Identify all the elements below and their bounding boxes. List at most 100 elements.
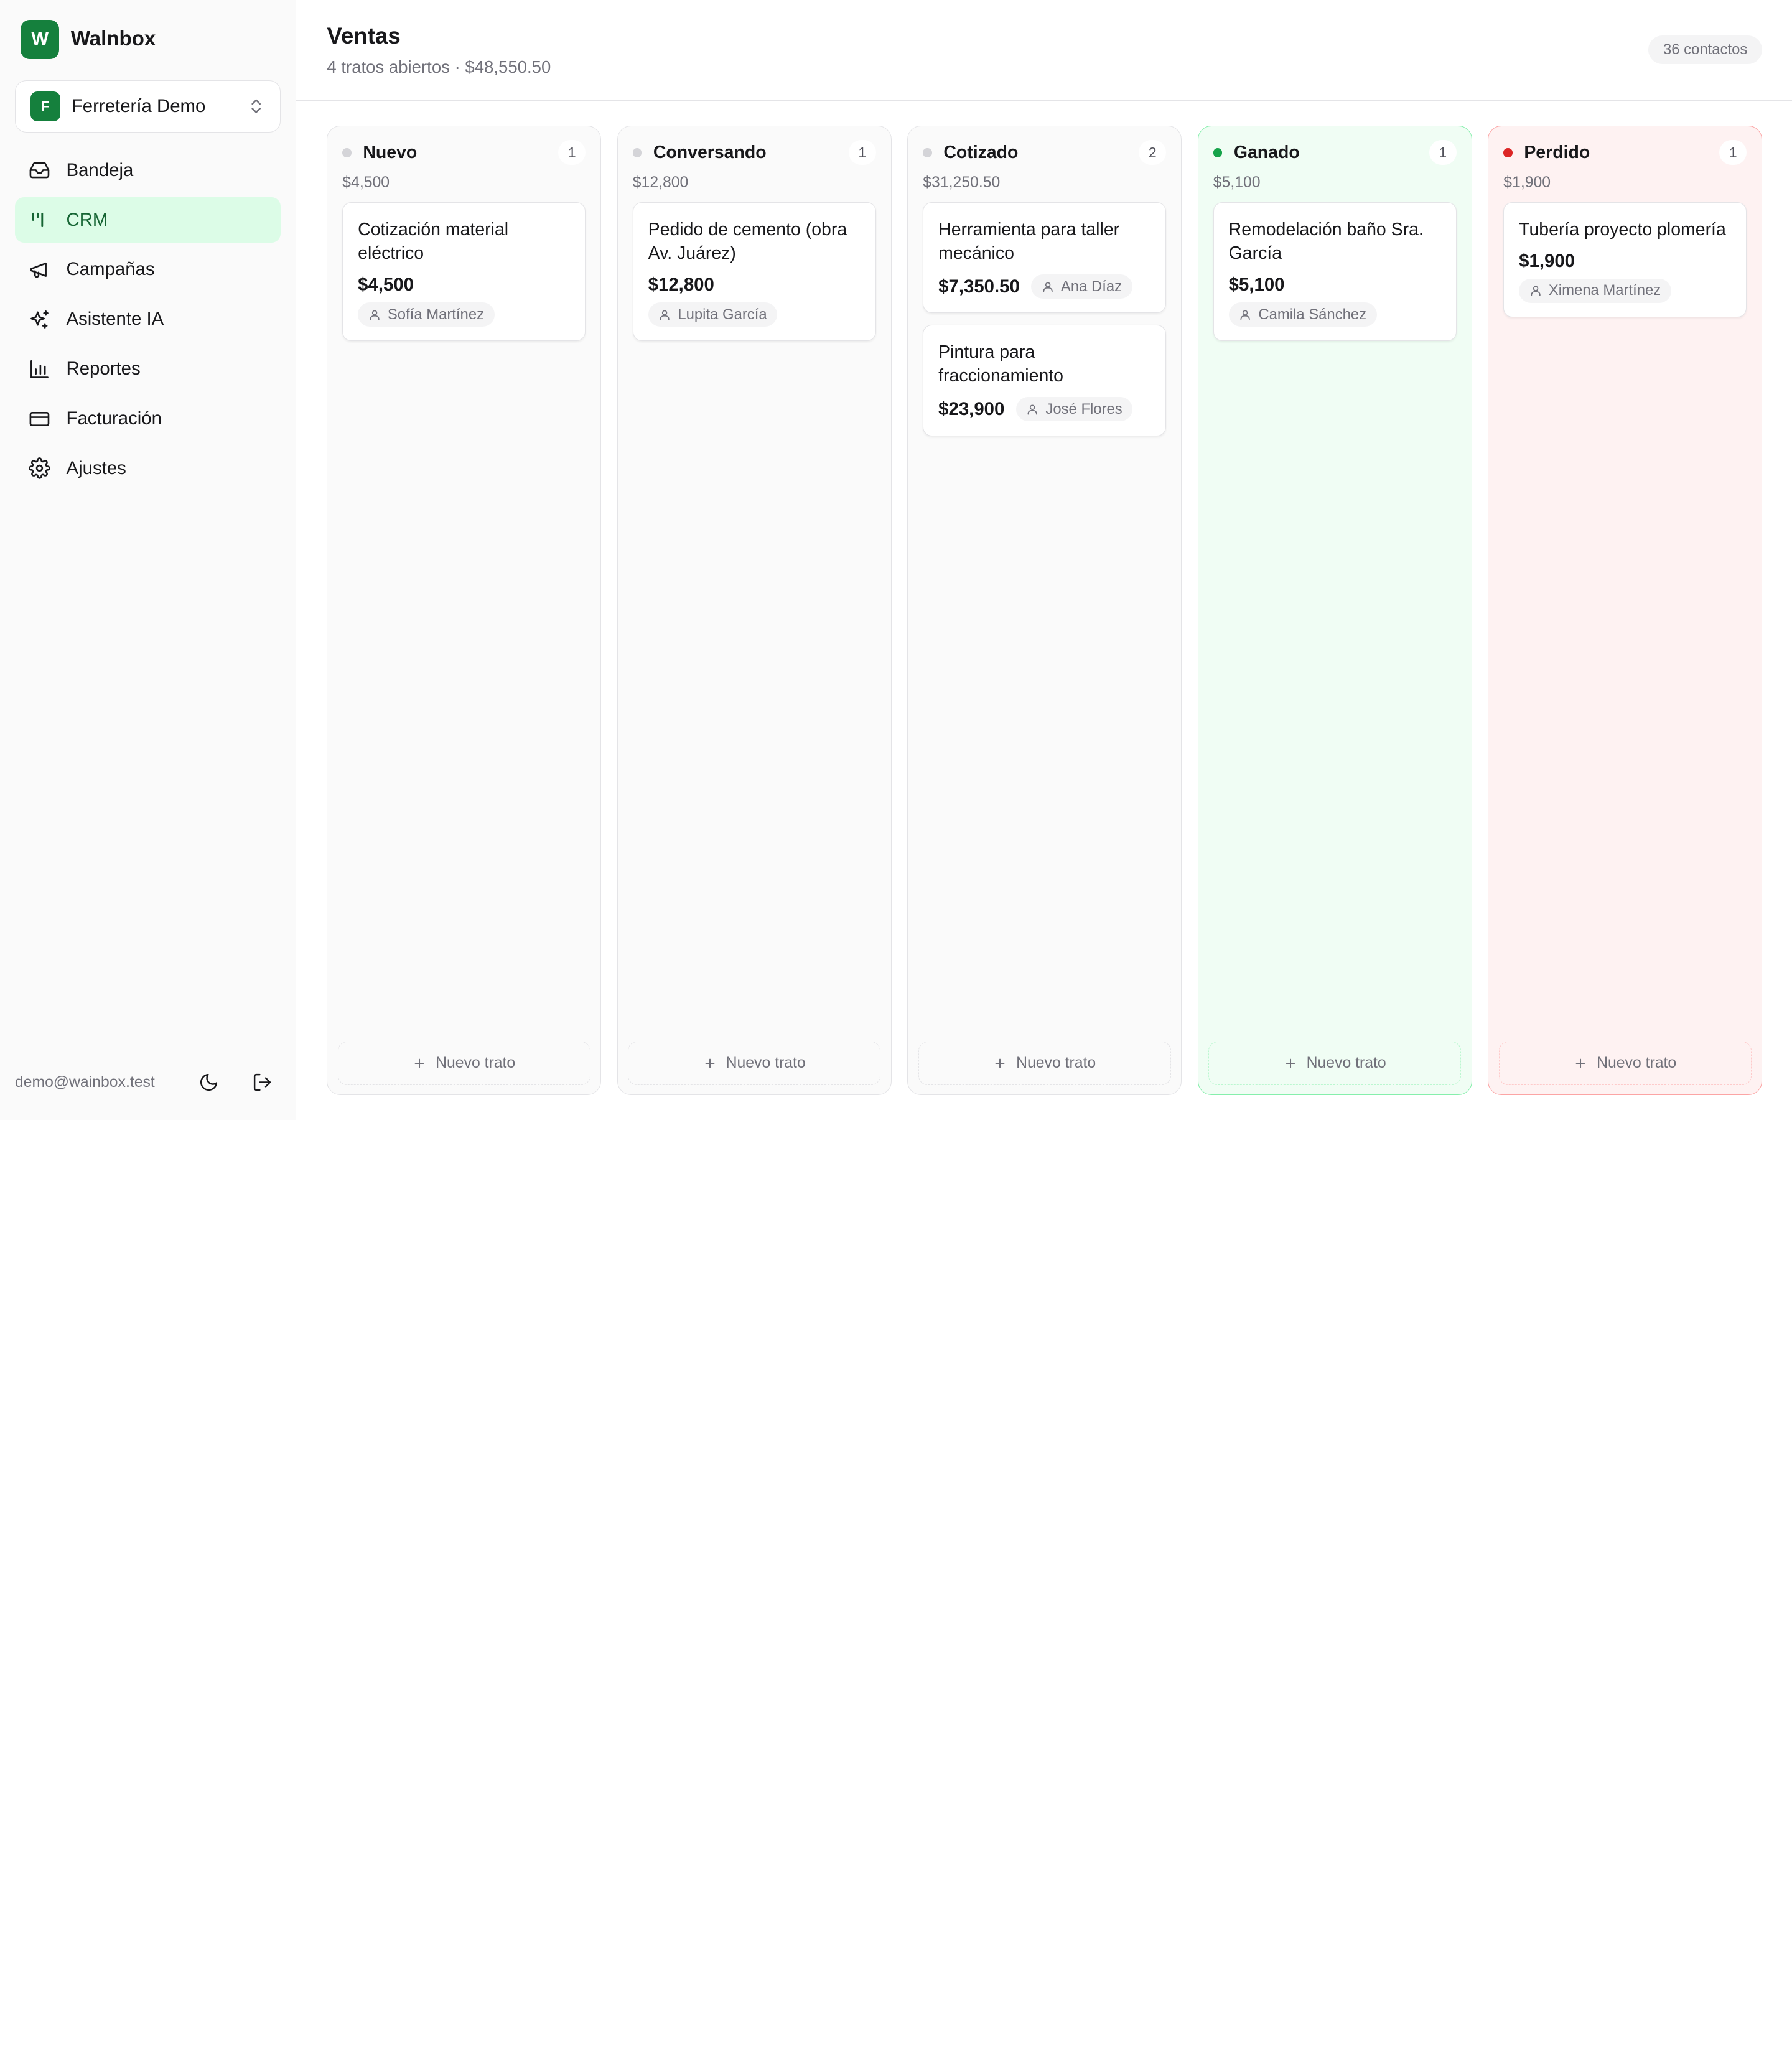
page-header: Ventas 4 tratos abiertos · $48,550.50 36… bbox=[296, 0, 1792, 101]
card-list: Cotización material eléctrico $4,500 Sof… bbox=[342, 202, 586, 342]
deal-contact: Lupita García bbox=[648, 302, 778, 327]
column-count-badge: 1 bbox=[558, 140, 586, 166]
stage-dot bbox=[1503, 147, 1513, 157]
deal-contact-name: Ana Díaz bbox=[1060, 278, 1122, 295]
deal-title: Remodelación baño Sra. García bbox=[1228, 219, 1424, 264]
new-deal-button[interactable]: Nuevo trato bbox=[1208, 1042, 1462, 1085]
moon-icon bbox=[200, 1074, 217, 1091]
deal-amount: $23,900 bbox=[938, 398, 1005, 419]
deal-contact: Sofía Martínez bbox=[358, 302, 495, 327]
column-title: Cotizado bbox=[943, 142, 1019, 162]
deal-title: Tubería proyecto plomería bbox=[1519, 219, 1726, 240]
new-deal-label: Nuevo trato bbox=[726, 1054, 806, 1071]
sidebar-item-reportes[interactable]: Reportes bbox=[15, 346, 281, 391]
deal-card[interactable]: Tubería proyecto plomería $1,900 Ximena … bbox=[1503, 202, 1747, 317]
org-badge: F bbox=[30, 91, 60, 121]
card-list: Tubería proyecto plomería $1,900 Ximena … bbox=[1503, 202, 1747, 317]
user-icon bbox=[370, 310, 380, 320]
new-deal-button[interactable]: Nuevo trato bbox=[918, 1042, 1171, 1085]
sidebar-item-label: Reportes bbox=[66, 358, 141, 380]
page-subtitle: 4 tratos abiertos · $48,550.50 bbox=[327, 57, 551, 77]
contacts-count-badge: 36 contactos bbox=[1648, 35, 1763, 65]
deal-amount: $12,800 bbox=[648, 274, 714, 296]
sidebar: W Walnbox F Ferretería Demo Bandeja CRM … bbox=[0, 0, 296, 1120]
logout-button[interactable] bbox=[244, 1064, 281, 1101]
sidebar-nav: Bandeja CRM Campañas Asistente IA Report… bbox=[0, 147, 296, 493]
new-deal-button[interactable]: Nuevo trato bbox=[337, 1042, 590, 1085]
stage-dot bbox=[632, 147, 642, 157]
sidebar-item-asistente[interactable]: Asistente IA bbox=[15, 297, 281, 342]
main-content: Ventas 4 tratos abiertos · $48,550.50 36… bbox=[296, 0, 1792, 1120]
deal-card[interactable]: Herramienta para taller mecánico $7,350.… bbox=[923, 202, 1167, 314]
brand-logo: W bbox=[21, 20, 60, 59]
column-count-badge: 1 bbox=[1719, 140, 1747, 166]
deal-amount: $1,900 bbox=[1519, 250, 1575, 271]
sidebar-item-facturacion[interactable]: Facturación bbox=[15, 396, 281, 441]
logout-icon bbox=[253, 1074, 271, 1091]
user-email: demo@wainbox.test bbox=[14, 1073, 155, 1091]
deal-title: Pintura para fraccionamiento bbox=[938, 342, 1063, 386]
sidebar-item-label: Campañas bbox=[66, 259, 155, 280]
column-total: $1,900 bbox=[1503, 174, 1551, 192]
column-title: Ganado bbox=[1233, 142, 1300, 162]
sidebar-footer: demo@wainbox.test bbox=[0, 1044, 296, 1120]
deal-contact: Camila Sánchez bbox=[1228, 302, 1377, 327]
plus-icon bbox=[995, 1058, 1005, 1068]
card-list: Pedido de cemento (obra Av. Juárez) $12,… bbox=[632, 202, 876, 342]
new-deal-button[interactable]: Nuevo trato bbox=[1498, 1042, 1752, 1085]
deal-card[interactable]: Pintura para fraccionamiento $23,900 Jos… bbox=[923, 324, 1167, 436]
app-root: W Walnbox F Ferretería Demo Bandeja CRM … bbox=[0, 0, 1792, 1120]
sidebar-item-label: Facturación bbox=[66, 408, 162, 429]
deal-contact: Ximena Martínez bbox=[1519, 278, 1671, 303]
sidebar-item-label: Ajustes bbox=[66, 457, 126, 478]
column-total: $31,250.50 bbox=[923, 174, 1001, 192]
deal-footer: $1,900 Ximena Martínez bbox=[1519, 251, 1731, 303]
plus-icon bbox=[1575, 1058, 1585, 1068]
sidebar-item-ajustes[interactable]: Ajustes bbox=[15, 445, 281, 491]
new-deal-button[interactable]: Nuevo trato bbox=[628, 1042, 881, 1085]
column-total: $4,500 bbox=[342, 174, 390, 192]
deal-title: Herramienta para taller mecánico bbox=[938, 219, 1120, 264]
sidebar-item-campanas[interactable]: Campañas bbox=[15, 247, 281, 292]
deal-card[interactable]: Cotización material eléctrico $4,500 Sof… bbox=[342, 202, 586, 342]
sidebar-item-label: Asistente IA bbox=[66, 309, 164, 330]
kanban-icon bbox=[32, 212, 44, 228]
pipeline-column-perdido: Perdido 1 $1,900 Tubería proyecto plomer… bbox=[1488, 126, 1763, 1095]
sidebar-item-bandeja[interactable]: Bandeja bbox=[15, 147, 281, 193]
new-deal-label: Nuevo trato bbox=[1597, 1054, 1677, 1071]
deal-footer: $4,500 Sofía Martínez bbox=[358, 274, 570, 327]
user-icon bbox=[1531, 286, 1541, 296]
megaphone-icon bbox=[30, 262, 47, 278]
deal-amount: $7,350.50 bbox=[938, 276, 1020, 297]
deal-card[interactable]: Remodelación baño Sra. García $5,100 Cam… bbox=[1213, 202, 1457, 342]
stage-dot bbox=[923, 147, 932, 157]
pipeline-column-nuevo: Nuevo 1 $4,500 Cotización material eléct… bbox=[327, 126, 602, 1095]
org-name: Ferretería Demo bbox=[71, 95, 206, 116]
column-header: Nuevo 1 bbox=[342, 140, 586, 166]
deal-footer: $7,350.50 Ana Díaz bbox=[938, 274, 1150, 299]
user-icon bbox=[1240, 310, 1250, 320]
deal-card[interactable]: Pedido de cemento (obra Av. Juárez) $12,… bbox=[632, 202, 876, 342]
deal-contact-name: Camila Sánchez bbox=[1258, 306, 1367, 323]
plus-icon bbox=[705, 1058, 715, 1068]
column-header: Conversando 1 bbox=[632, 140, 876, 166]
column-header: Perdido 1 bbox=[1503, 140, 1747, 166]
plus-icon bbox=[414, 1058, 424, 1068]
inbox-icon bbox=[29, 162, 50, 179]
column-total: $12,800 bbox=[632, 174, 689, 192]
deal-title: Cotización material eléctrico bbox=[358, 219, 509, 264]
new-deal-label: Nuevo trato bbox=[1306, 1054, 1386, 1071]
new-deal-label: Nuevo trato bbox=[1016, 1054, 1096, 1071]
deal-footer: $23,900 José Flores bbox=[938, 397, 1150, 422]
brand: W Walnbox bbox=[0, 0, 296, 60]
user-icon bbox=[1043, 282, 1053, 292]
deal-contact-name: Ximena Martínez bbox=[1548, 282, 1661, 299]
card-list: Herramienta para taller mecánico $7,350.… bbox=[923, 202, 1167, 436]
theme-toggle-button[interactable] bbox=[190, 1064, 227, 1101]
column-header: Ganado 1 bbox=[1213, 140, 1457, 166]
pipeline-column-conversando: Conversando 1 $12,800 Pedido de cemento … bbox=[617, 126, 892, 1095]
deal-amount: $4,500 bbox=[358, 274, 414, 296]
sidebar-item-crm[interactable]: CRM bbox=[14, 197, 281, 243]
sidebar-item-label: Bandeja bbox=[66, 159, 134, 180]
org-switcher[interactable]: F Ferretería Demo bbox=[14, 80, 281, 133]
